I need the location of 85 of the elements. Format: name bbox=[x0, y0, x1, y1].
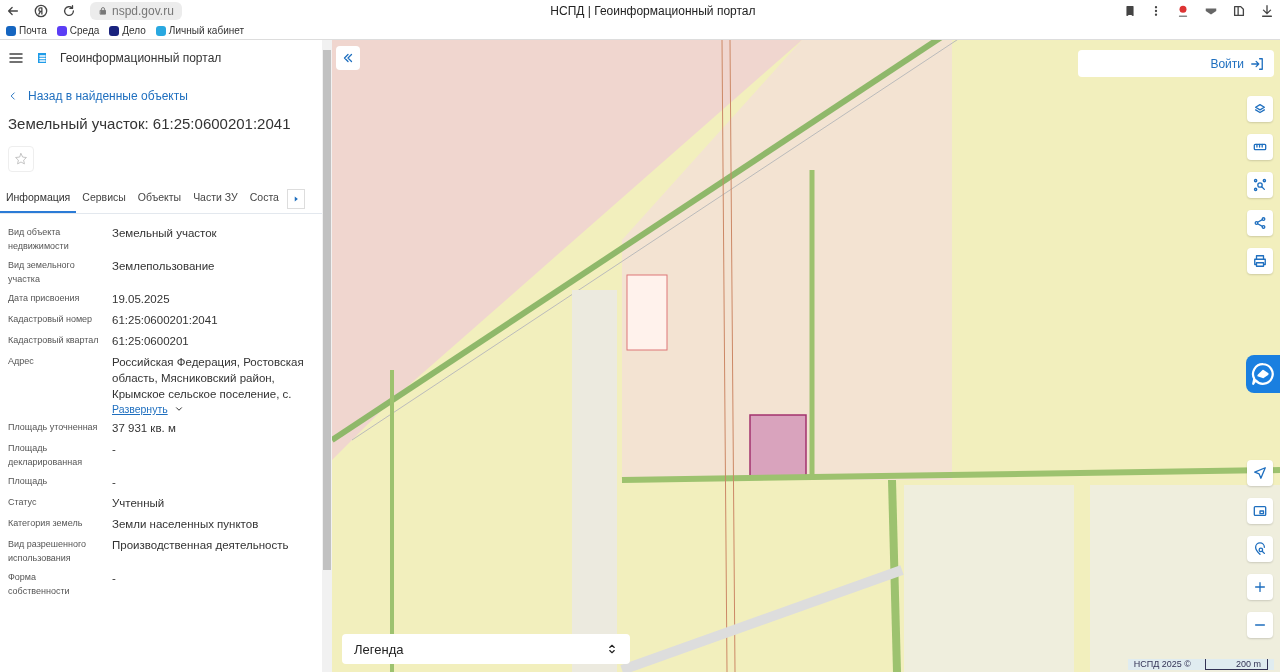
bookmark-link[interactable]: Личный кабинет bbox=[155, 25, 245, 36]
location-search-button[interactable] bbox=[1247, 536, 1273, 562]
print-button[interactable] bbox=[1247, 248, 1273, 274]
login-icon bbox=[1250, 56, 1264, 71]
chevron-left-icon bbox=[8, 91, 18, 101]
field-value: 61:25:0600201 bbox=[112, 334, 190, 349]
back-button[interactable] bbox=[6, 4, 20, 18]
field-value: 19.05.2025 bbox=[112, 292, 171, 307]
field-value: - bbox=[112, 571, 117, 586]
address-bar[interactable]: nspd.gov.ru bbox=[90, 2, 182, 20]
tab[interactable]: Сервисы bbox=[76, 184, 132, 213]
tab[interactable]: Части ЗУ bbox=[187, 184, 244, 213]
layers-icon bbox=[1253, 102, 1267, 116]
field-label: Вид объекта недвижимости bbox=[8, 226, 70, 253]
legend-select[interactable]: Легенда bbox=[342, 634, 630, 664]
menu-icon bbox=[8, 50, 24, 66]
share-icon bbox=[1253, 216, 1267, 230]
bookmark-link[interactable]: Дело bbox=[109, 25, 146, 36]
field-value: Земли населенных пунктов bbox=[112, 517, 260, 532]
sort-chevrons-icon bbox=[606, 643, 618, 655]
field-label: Адрес bbox=[8, 355, 35, 368]
field-value: Землепользование bbox=[112, 259, 216, 274]
bookmark-link[interactable]: Почта bbox=[6, 25, 47, 36]
field-label: Вид разрешенного использования bbox=[8, 538, 88, 565]
field-value: - bbox=[112, 442, 117, 457]
scale-bar: 200 m bbox=[1205, 659, 1268, 670]
menu-button[interactable] bbox=[8, 50, 24, 66]
field-label: Кадастровый квартал bbox=[8, 334, 100, 347]
area-select-button[interactable] bbox=[1247, 172, 1273, 198]
field-label: Площадь декларированная bbox=[8, 442, 84, 469]
collapse-panel-button[interactable] bbox=[336, 46, 360, 70]
field-value: Производственная деятельность bbox=[112, 538, 290, 553]
field-label: Площадь bbox=[8, 475, 49, 488]
field-label: Категория земель bbox=[8, 517, 84, 530]
tab[interactable]: Объекты bbox=[131, 184, 188, 213]
scrollbar-thumb[interactable] bbox=[323, 50, 331, 570]
address-text: nspd.gov.ru bbox=[112, 4, 174, 18]
tab[interactable]: Соста bbox=[243, 184, 285, 213]
chat-bubble-icon bbox=[1251, 362, 1275, 386]
expand-link[interactable]: Развернуть bbox=[112, 403, 168, 415]
minimap-button[interactable] bbox=[1247, 498, 1273, 524]
zoom-out-button[interactable] bbox=[1247, 612, 1273, 638]
browser-logo-button[interactable] bbox=[34, 4, 48, 18]
tabs-icon bbox=[1232, 4, 1246, 18]
double-chevron-left-icon bbox=[341, 51, 355, 65]
login-button[interactable]: Войти bbox=[1078, 50, 1274, 77]
field-label: Вид земельного участка bbox=[8, 259, 76, 286]
area-select-icon bbox=[1253, 178, 1267, 192]
bookmark-link[interactable]: Среда bbox=[56, 25, 100, 36]
minimap-icon bbox=[1253, 504, 1267, 518]
zoom-in-button[interactable] bbox=[1247, 574, 1273, 600]
download-icon bbox=[1260, 4, 1274, 18]
ruler-button[interactable] bbox=[1247, 134, 1273, 160]
reload-icon bbox=[62, 4, 76, 18]
circle-icon bbox=[34, 4, 48, 18]
feedback-button[interactable] bbox=[1246, 355, 1280, 393]
back-link[interactable]: Назад в найденные объекты bbox=[8, 89, 322, 103]
location-search-icon bbox=[1253, 542, 1267, 556]
field-label: Статус bbox=[8, 496, 38, 509]
lock-icon bbox=[98, 6, 108, 16]
field-value: 37 931 кв. м bbox=[112, 421, 177, 436]
object-title: Земельный участок: 61:25:0600201:2041 bbox=[8, 115, 292, 132]
field-value: Российская Федерация, Ростовская область, Мясниковский район, Крымское сельское поселение, с. bbox=[112, 355, 305, 402]
field-value: 61:25:0600201:2041 bbox=[112, 313, 219, 328]
star-icon bbox=[14, 152, 28, 166]
print-icon bbox=[1253, 254, 1267, 268]
layers-button[interactable] bbox=[1247, 96, 1273, 122]
reload-button[interactable] bbox=[62, 4, 76, 18]
locate-button[interactable] bbox=[1247, 460, 1273, 486]
field-value: Земельный участок bbox=[112, 226, 218, 241]
field-value: - bbox=[112, 475, 117, 490]
field-label: Площадь уточненная bbox=[8, 421, 99, 434]
attribution-text: НСПД 2025 © bbox=[1133, 659, 1191, 670]
field-label: Дата присвоения bbox=[8, 292, 81, 305]
chevron-down-icon bbox=[173, 404, 184, 414]
back-arrow-icon bbox=[6, 4, 20, 18]
tab[interactable]: Информация bbox=[0, 184, 77, 213]
page-title: НСПД | Геоинформационный портал bbox=[549, 4, 757, 18]
field-value: Учтенный bbox=[112, 496, 166, 511]
share-button[interactable] bbox=[1247, 210, 1273, 236]
plus-icon bbox=[1253, 580, 1267, 594]
navigation-arrow-icon bbox=[1253, 466, 1267, 480]
field-label: Форма собственности bbox=[8, 571, 71, 598]
portal-title: Геоинформационный портал bbox=[60, 51, 222, 65]
field-label: Кадастровый номер bbox=[8, 313, 94, 326]
